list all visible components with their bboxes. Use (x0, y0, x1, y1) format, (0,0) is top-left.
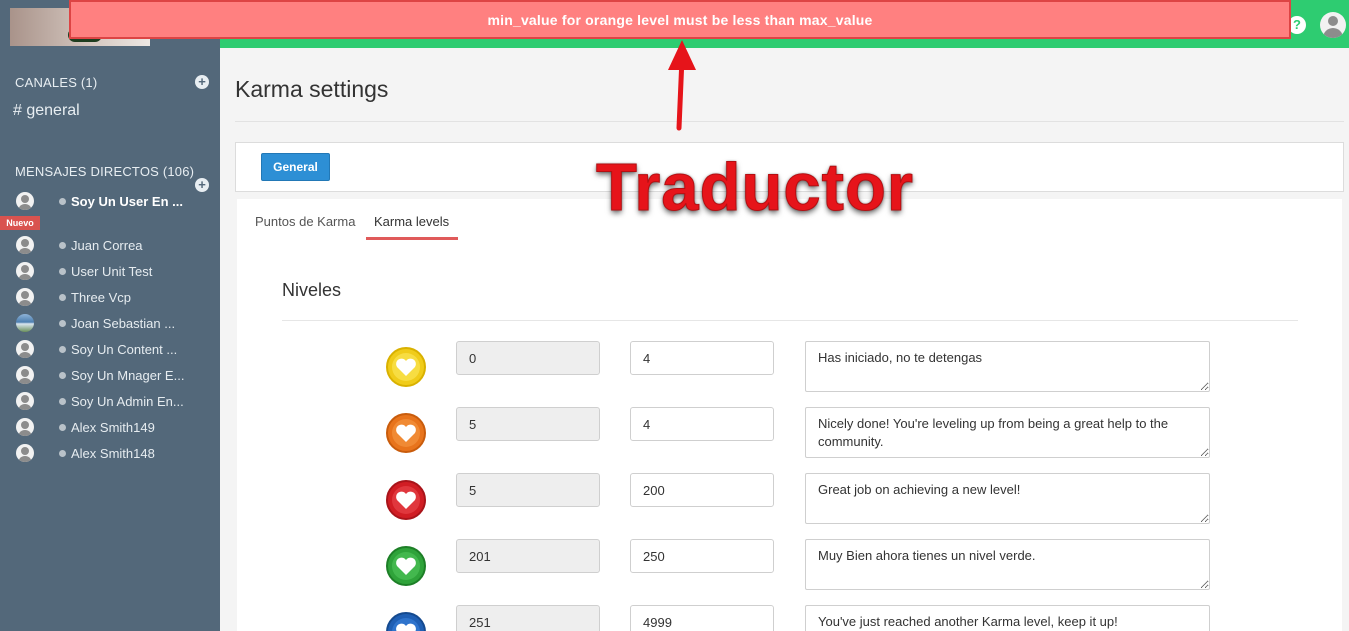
dm-item[interactable]: Soy Un Content ... (16, 339, 216, 359)
general-button[interactable]: General (261, 153, 330, 181)
level-5-max-input[interactable] (630, 605, 774, 631)
dm-item[interactable]: User Unit Test (16, 261, 216, 281)
avatar (16, 192, 34, 210)
status-dot (59, 371, 66, 379)
dm-name: Soy Un User En ... (71, 193, 183, 209)
dm-name: Juan Correa (71, 237, 143, 253)
orange-heart-icon (386, 413, 426, 453)
dm-item[interactable]: Joan Sebastian ... (16, 313, 216, 333)
status-dot (59, 197, 66, 205)
level-2-max-input[interactable] (630, 407, 774, 441)
new-badge: Nuevo (0, 216, 40, 230)
avatar (16, 288, 34, 306)
dm-item[interactable]: Soy Un User En ... (16, 191, 216, 211)
tab-karma-levels[interactable]: Karma levels (374, 214, 449, 229)
avatar (16, 314, 34, 332)
add-direct-message-icon[interactable]: + (195, 178, 209, 192)
status-dot (59, 319, 66, 327)
active-tab-indicator (366, 237, 458, 240)
status-dot (59, 345, 66, 353)
dm-item[interactable]: Juan Correa (16, 235, 216, 255)
add-channel-icon[interactable]: + (195, 75, 209, 89)
avatar (16, 340, 34, 358)
dm-item[interactable]: Soy Un Admin En... (16, 391, 216, 411)
error-alert: min_value for orange level must be less … (69, 0, 1291, 39)
level-3-max-input[interactable] (630, 473, 774, 507)
red-heart-icon (386, 480, 426, 520)
avatar (16, 444, 34, 462)
level-1-description[interactable]: Has iniciado, no te detengas (805, 341, 1210, 392)
level-5-min-input[interactable] (456, 605, 600, 631)
yellow-heart-icon (386, 347, 426, 387)
status-dot (59, 293, 66, 301)
avatar (16, 236, 34, 254)
level-3-description[interactable]: Great job on achieving a new level! (805, 473, 1210, 524)
user-avatar-icon[interactable] (1320, 12, 1346, 38)
level-1-max-input[interactable] (630, 341, 774, 375)
level-4-min-input[interactable] (456, 539, 600, 573)
page-title: Karma settings (235, 76, 389, 102)
annotation-arrow-icon (668, 40, 696, 131)
avatar (16, 262, 34, 280)
level-1-min-input[interactable] (456, 341, 600, 375)
annotation-label: Traductor (596, 150, 914, 226)
dm-item[interactable]: Alex Smith149 (16, 417, 216, 437)
level-2-min-input[interactable] (456, 407, 600, 441)
level-2-description[interactable]: Nicely done! You're leveling up from bei… (805, 407, 1210, 458)
green-heart-icon (386, 546, 426, 586)
blue-heart-icon (386, 612, 426, 631)
dm-name: Alex Smith148 (71, 445, 155, 461)
dm-item[interactable]: Alex Smith148 (16, 443, 216, 463)
dm-item[interactable]: Soy Un Mnager E... (16, 365, 216, 385)
tab-puntos-de-karma[interactable]: Puntos de Karma (255, 214, 355, 229)
dm-name: Alex Smith149 (71, 419, 155, 435)
level-3-min-input[interactable] (456, 473, 600, 507)
direct-messages-header[interactable]: MENSAJES DIRECTOS (106) (15, 164, 194, 179)
status-dot (59, 397, 66, 405)
status-dot (59, 449, 66, 457)
divider (282, 320, 1298, 321)
level-5-description[interactable]: You've just reached another Karma level,… (805, 605, 1210, 631)
section-title: Niveles (282, 280, 342, 300)
status-dot (59, 423, 66, 431)
avatar (16, 366, 34, 384)
dm-name: User Unit Test (71, 263, 153, 279)
dm-item[interactable]: Three Vcp (16, 287, 216, 307)
channels-header[interactable]: CANALES (1) (15, 75, 97, 90)
dm-name: Three Vcp (71, 289, 131, 305)
dm-name: Soy Un Mnager E... (71, 367, 185, 383)
avatar (16, 392, 34, 410)
sidebar: CANALES (1) + # general MENSAJES DIRECTO… (0, 0, 220, 631)
level-4-max-input[interactable] (630, 539, 774, 573)
status-dot (59, 267, 66, 275)
dm-name: Soy Un Admin En... (71, 393, 184, 409)
dm-name: Joan Sebastian ... (71, 315, 176, 331)
divider (235, 121, 1344, 122)
level-4-description[interactable]: Muy Bien ahora tienes un nivel verde. (805, 539, 1210, 590)
avatar (16, 418, 34, 436)
dm-name: Soy Un Content ... (71, 341, 178, 357)
status-dot (59, 241, 66, 249)
channel-general[interactable]: # general (13, 102, 80, 120)
